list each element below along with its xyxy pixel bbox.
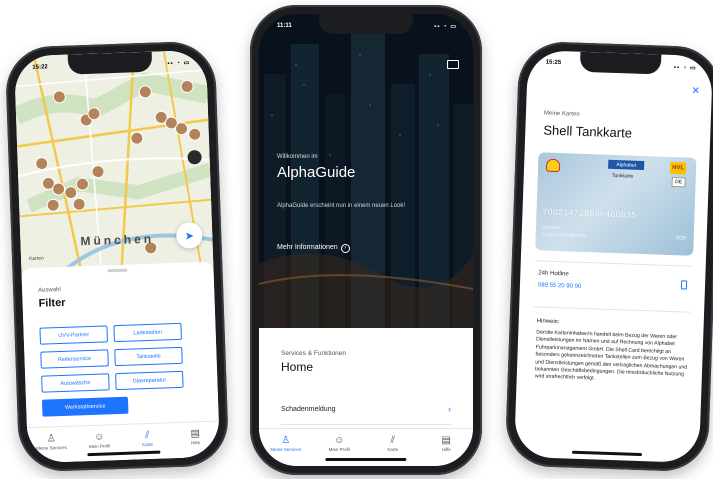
phone-home: 11:11 ▪▪ ◔ ▭ Willkommen im AlphaGuide Al…	[250, 5, 482, 475]
chevron-right-icon: ›	[448, 404, 451, 414]
tab-label: Mein Profil	[328, 447, 350, 452]
arrow-right-icon: ›	[340, 244, 350, 253]
tab-label: Karte	[142, 441, 154, 448]
status-time: 11:11	[277, 23, 292, 29]
home-indicator	[325, 458, 407, 461]
phone-card: 15:25 ▪▪ ◔ ▭ ✕ Meine Karten Shell Tankka…	[504, 40, 713, 473]
card-type-label: Tankkarte	[611, 172, 634, 180]
signal-icon: ▪▪ ◔ ▭	[167, 59, 191, 67]
hotline-number[interactable]: 089 55 20 90 90	[538, 282, 582, 290]
card-expiry: 5/25	[675, 235, 686, 242]
close-icon[interactable]: ✕	[691, 86, 700, 97]
tab-karte[interactable]: ⫽ Karte	[376, 435, 410, 466]
panel-subtitle: Services & Funktionen	[281, 350, 347, 357]
tab-karte[interactable]: ⫽ Karte	[130, 429, 165, 459]
tab-mein-profil[interactable]: ☺ Mein Profil	[322, 435, 356, 466]
chat-icon: ▤	[441, 435, 451, 446]
sheet-grabber[interactable]	[107, 268, 128, 273]
filter-ladestation[interactable]: Ladestation	[113, 322, 182, 343]
map-attribution: Karten	[28, 255, 44, 263]
filter-glasreparatur[interactable]: Glasreparatur	[115, 370, 184, 391]
marketing-stage: 15:22 ▪▪ ◔ ▭ München Karten ➤ Auswahl Fi…	[0, 0, 713, 479]
welcome-text: Willkommen im	[277, 154, 318, 160]
schadenmeldung-row[interactable]: Schadenmeldung ›	[281, 400, 451, 418]
tab-label: Meine Services	[36, 444, 68, 451]
location-arrow-icon: ➤	[184, 229, 195, 243]
divider	[281, 424, 451, 425]
hvl-logo: HVL	[669, 161, 687, 175]
hero-image: Willkommen im AlphaGuide AlphaGuide ersc…	[259, 14, 473, 332]
screen-map: 15:22 ▪▪ ◔ ▭ München Karten ➤ Auswahl Fi…	[13, 49, 221, 464]
filter-werkstattservice[interactable]: Werkstattservice	[41, 396, 129, 417]
status-bar: 15:25 ▪▪ ◔ ▭	[546, 57, 697, 74]
tab-label: Karte	[387, 447, 399, 452]
tab-bar: ♙ Meine Services ☺ Mein Profil ⫽ Karte ▤…	[26, 420, 221, 464]
divider	[533, 306, 691, 313]
map-city-label: München	[80, 231, 155, 249]
card-number: 70021472858h460835	[542, 206, 637, 220]
status-time: 15:25	[545, 59, 562, 67]
tab-meine-services[interactable]: ♙ Meine Services	[269, 435, 303, 466]
teaser-text: AlphaGuide erscheint nun in einem neuen …	[277, 203, 406, 209]
filter-uvv-partner[interactable]: UVV-Partner	[39, 325, 108, 345]
screen-card: 15:25 ▪▪ ◔ ▭ ✕ Meine Karten Shell Tankka…	[513, 49, 713, 464]
profile-icon: ☺	[334, 435, 345, 446]
sheet-title: Filter	[38, 296, 66, 310]
shell-logo-icon	[545, 158, 561, 173]
issuer-badge: Alphabet	[608, 159, 645, 171]
mail-icon[interactable]	[447, 60, 459, 69]
tab-label: Hilfe	[441, 447, 451, 452]
screen-home: 11:11 ▪▪ ◔ ▭ Willkommen im AlphaGuide Al…	[259, 14, 473, 466]
tab-hilfe[interactable]: ▤ Hilfe	[178, 428, 213, 458]
card-subtitle: Meine Karten	[543, 110, 580, 118]
phone-icon[interactable]	[680, 280, 688, 290]
row-label: Schadenmeldung	[281, 405, 336, 413]
tab-label: Meine Services	[270, 447, 302, 452]
filter-autowaesche[interactable]: Autowäsche	[41, 373, 110, 393]
card-title: Shell Tankkarte	[543, 122, 633, 141]
person-icon: ♙	[46, 433, 56, 445]
status-time: 15:22	[32, 64, 48, 71]
tab-mein-profil[interactable]: ☺ Mein Profil	[82, 431, 117, 461]
hint-text: Der/die Karteninhaber/in handelt beim Be…	[534, 329, 688, 382]
filter-reifenservice[interactable]: Reifenservice	[40, 349, 109, 369]
card-holder-line2: Fuhrparkmanagement	[541, 231, 587, 239]
filter-tankstelle[interactable]: Tankstelle	[114, 346, 183, 367]
map-icon: ⫽	[390, 435, 395, 446]
sheet-subtitle: Auswahl	[38, 286, 61, 294]
status-bar: 11:11 ▪▪ ◔ ▭	[277, 20, 457, 32]
more-info-link[interactable]: Mehr Informationen ›	[277, 244, 350, 253]
more-info-label: Mehr Informationen	[277, 244, 338, 251]
signal-icon: ▪▪ ◔ ▭	[434, 23, 457, 30]
profile-icon: ☺	[93, 431, 105, 443]
person-icon: ♙	[281, 435, 291, 446]
fuel-card[interactable]: Alphabet Tankkarte HVL DE 70021472858h46…	[535, 152, 697, 256]
hint-label: Hinweis:	[536, 318, 560, 326]
panel-title: Home	[281, 360, 314, 374]
country-badge: DE	[671, 176, 686, 188]
hotline-label: 24h Hotline	[538, 270, 569, 278]
tab-hilfe[interactable]: ▤ Hilfe	[429, 435, 463, 466]
map-icon: ⫽	[144, 429, 150, 442]
phone-map: 15:22 ▪▪ ◔ ▭ München Karten ➤ Auswahl Fi…	[4, 40, 230, 473]
map-view[interactable]: München Karten ➤	[13, 49, 214, 275]
chat-icon: ▤	[190, 428, 201, 440]
brand-title: AlphaGuide	[277, 164, 356, 181]
home-indicator	[571, 450, 642, 457]
tab-label: Mein Profil	[88, 443, 111, 450]
signal-icon: ▪▪ ◔ ▭	[673, 64, 697, 72]
tab-meine-services[interactable]: ♙ Meine Services	[34, 433, 69, 463]
divider	[534, 260, 692, 267]
tab-label: Hilfe	[190, 440, 201, 446]
card-holder-line1: Alphabet	[541, 224, 560, 231]
